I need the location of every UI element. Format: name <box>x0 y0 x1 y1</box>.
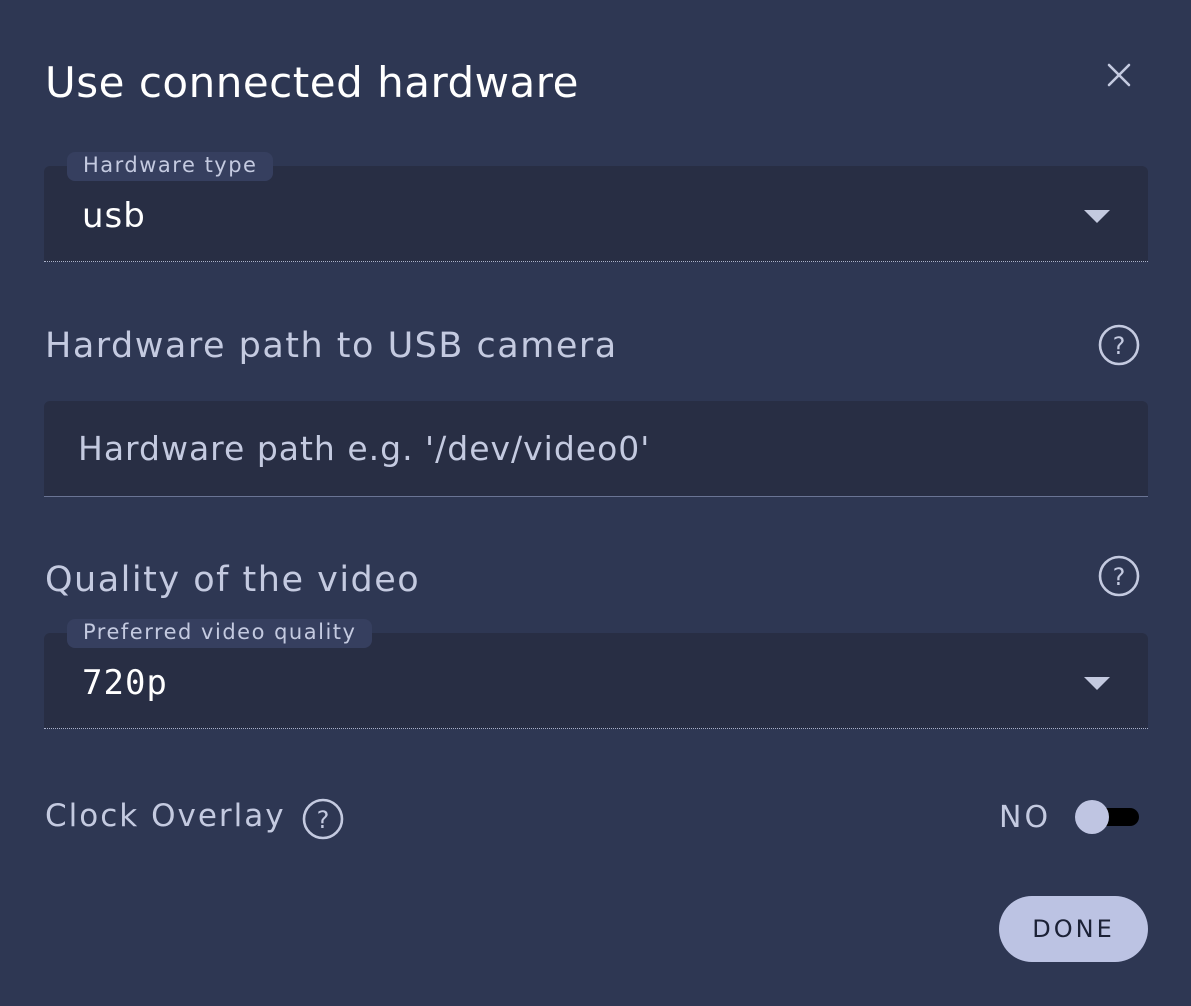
video-quality-heading: Quality of the video <box>45 560 421 600</box>
video-quality-select[interactable]: Preferred video quality 720p <box>44 619 1148 729</box>
chevron-down-icon <box>1084 210 1110 223</box>
video-quality-label: Preferred video quality <box>67 619 373 648</box>
hardware-path-help-icon[interactable]: ? <box>1098 324 1140 366</box>
video-quality-help-icon[interactable]: ? <box>1098 555 1140 597</box>
svg-text:?: ? <box>1113 332 1126 360</box>
chevron-down-icon <box>1084 677 1110 690</box>
hardware-path-input[interactable] <box>44 401 1148 497</box>
close-icon <box>1107 63 1131 87</box>
clock-overlay-label: Clock Overlay <box>45 798 286 834</box>
svg-text:?: ? <box>1113 563 1126 591</box>
clock-overlay-state: NO <box>999 800 1052 835</box>
dialog-title: Use connected hardware <box>45 58 579 107</box>
done-button[interactable]: DONE <box>999 896 1148 962</box>
hardware-path-heading: Hardware path to USB camera <box>45 326 618 366</box>
hardware-type-label: Hardware type <box>67 152 274 181</box>
svg-text:?: ? <box>317 806 330 834</box>
close-button[interactable] <box>1100 56 1138 94</box>
hardware-dialog: Use connected hardware Hardware type usb… <box>0 0 1191 1006</box>
hardware-type-value: usb <box>82 196 146 236</box>
clock-overlay-help-icon[interactable]: ? <box>302 798 344 840</box>
clock-overlay-toggle[interactable] <box>1075 800 1139 834</box>
video-quality-value: 720p <box>82 663 168 703</box>
hardware-type-select[interactable]: Hardware type usb <box>44 152 1148 262</box>
toggle-thumb <box>1075 800 1109 834</box>
